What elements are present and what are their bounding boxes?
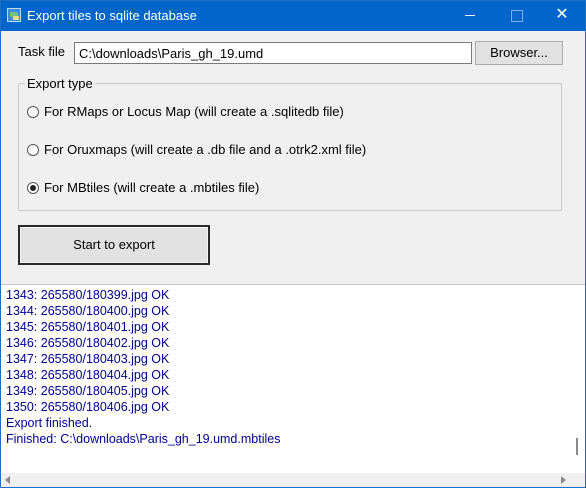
task-file-input[interactable]: C:\downloads\Paris_gh_19.umd (74, 42, 472, 64)
log-line: 1348: 265580/180404.jpg OK (6, 368, 170, 382)
log-line: 1346: 265580/180402.jpg OK (6, 336, 170, 350)
maximize-button[interactable] (493, 1, 539, 31)
export-type-legend: Export type (25, 76, 95, 91)
scroll-left-arrow-icon[interactable] (5, 476, 10, 484)
radio-button[interactable] (27, 106, 39, 118)
radio-label: For Oruxmaps (will create a .db file and… (44, 142, 367, 157)
horizontal-scrollbar[interactable] (1, 473, 585, 487)
browse-button[interactable]: Browser... (475, 41, 563, 65)
radio-button[interactable] (27, 144, 39, 156)
radio-label: For MBtiles (will create a .mbtiles file… (44, 180, 260, 195)
log-line: Export finished. (6, 416, 93, 430)
log-line: 1349: 265580/180405.jpg OK (6, 384, 170, 398)
log-line: Finished: C:\downloads\Paris_gh_19.umd.m… (6, 432, 281, 446)
title-bar[interactable]: Export tiles to sqlite database ✕ (1, 1, 585, 31)
log-output[interactable]: 1343: 265580/180399.jpg OK 1344: 265580/… (1, 284, 585, 473)
radio-label: For RMaps or Locus Map (will create a .s… (44, 104, 344, 119)
log-line: 1350: 265580/180406.jpg OK (6, 400, 170, 414)
export-window: Export tiles to sqlite database ✕ Task f… (0, 0, 586, 488)
app-map-icon (7, 8, 21, 22)
radio-option-rmaps[interactable]: For RMaps or Locus Map (will create a .s… (27, 104, 344, 119)
vertical-scroll-thumb[interactable] (576, 438, 578, 455)
radio-button-selected[interactable] (27, 182, 39, 194)
scroll-right-arrow-icon[interactable] (561, 476, 566, 484)
window-title: Export tiles to sqlite database (27, 8, 197, 23)
radio-option-oruxmaps[interactable]: For Oruxmaps (will create a .db file and… (27, 142, 366, 157)
log-lines: 1343: 265580/180399.jpg OK 1344: 265580/… (6, 287, 280, 447)
radio-option-mbtiles[interactable]: For MBtiles (will create a .mbtiles file… (27, 180, 259, 195)
log-line: 1347: 265580/180403.jpg OK (6, 352, 170, 366)
log-line: 1345: 265580/180401.jpg OK (6, 320, 170, 334)
close-button[interactable]: ✕ (539, 1, 585, 31)
log-line: 1344: 265580/180400.jpg OK (6, 304, 170, 318)
log-line: 1343: 265580/180399.jpg OK (6, 288, 170, 302)
task-file-label: Task file (18, 44, 65, 59)
start-export-button[interactable]: Start to export (18, 225, 210, 265)
vertical-scrollbar[interactable] (569, 285, 585, 457)
minimize-button[interactable] (447, 1, 493, 31)
